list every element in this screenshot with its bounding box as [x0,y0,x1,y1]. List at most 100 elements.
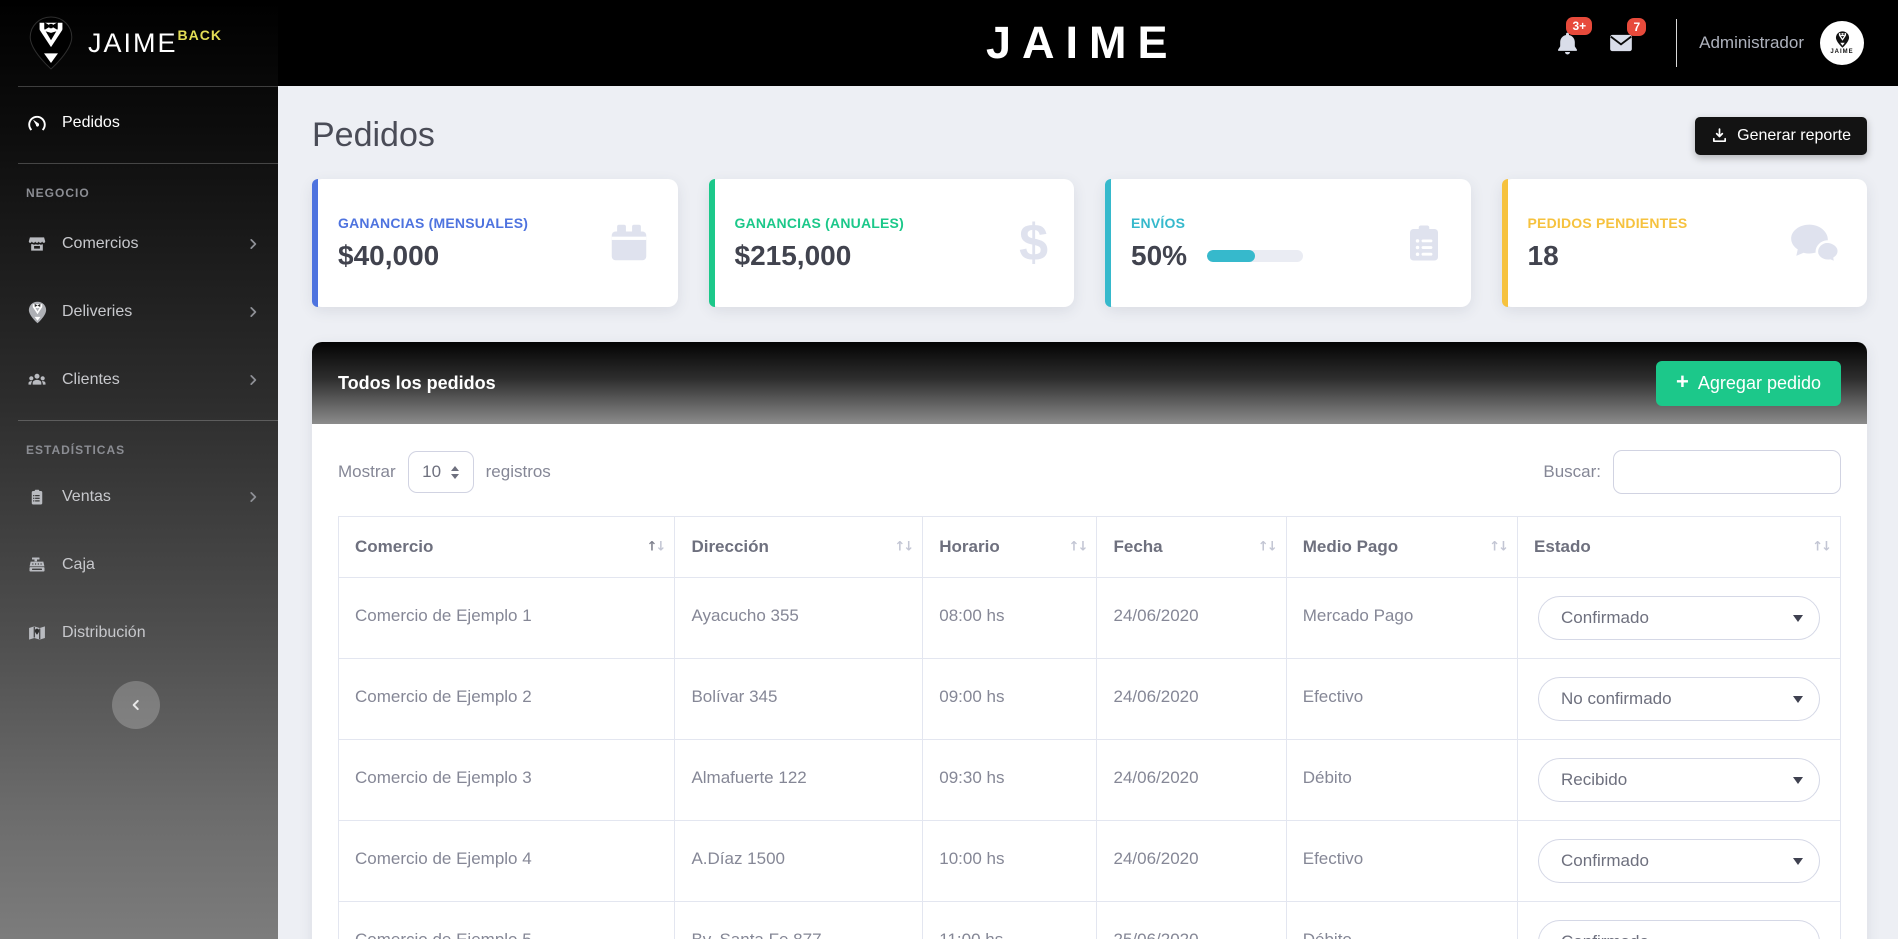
sidebar-item-label: Ventas [62,488,111,506]
column-header-comercio[interactable]: Comercio [339,517,675,578]
page-title: Pedidos [312,116,435,155]
sidebar-collapse-button[interactable] [112,681,160,729]
generate-report-button[interactable]: Generar reporte [1695,117,1867,155]
estado-select[interactable]: Confirmado [1538,596,1820,640]
cell-direccion: A.Díaz 1500 [675,821,923,902]
table-header-row: Comercio Dirección Horario Fecha Medio P… [339,517,1841,578]
estado-select[interactable]: No confirmado [1538,677,1820,721]
orders-table: Comercio Dirección Horario Fecha Medio P… [338,516,1841,939]
estado-value: Confirmado [1561,608,1649,628]
estado-value: No confirmado [1561,689,1672,709]
notifications-badge: 3+ [1566,17,1592,35]
chevron-right-icon [246,305,260,319]
user-avatar[interactable]: JAIME [1820,21,1864,65]
cell-horario: 11:00 hs [923,902,1097,939]
sort-icon [647,540,665,555]
column-header-estado[interactable]: Estado [1518,517,1841,578]
column-header-fecha[interactable]: Fecha [1097,517,1286,578]
cash-register-icon [26,555,48,575]
orders-card-title: Todos los pedidos [338,373,496,394]
records-label: registros [486,462,551,482]
topbar-right-cluster: 3+ 7 Administrador [1540,0,1864,86]
column-header-medio-pago[interactable]: Medio Pago [1286,517,1517,578]
sidebar-section-negocio: NEGOCIO [26,186,252,200]
sidebar-divider [18,86,278,87]
orders-card: Todos los pedidos Agregar pedido Mostrar… [312,342,1867,939]
add-order-button[interactable]: Agregar pedido [1656,361,1841,406]
users-icon [26,370,48,390]
cell-comercio: Comercio de Ejemplo 1 [339,578,675,659]
stat-label: GANANCIAS (ANUALES) [735,215,985,231]
brand-tuxedo-pin-icon [28,16,74,70]
stat-card-ganancias-mensuales: GANANCIAS (MENSUALES) $40,000 [312,179,678,307]
sidebar-section-estadisticas: ESTADÍSTICAS [26,443,252,457]
cell-comercio: Comercio de Ejemplo 5 [339,902,675,939]
chevron-right-icon [246,237,260,251]
estado-select[interactable]: Confirmado [1538,839,1820,883]
cell-estado: Confirmado [1518,821,1841,902]
gauge-icon [26,113,48,133]
cell-direccion: Bv. Santa Fe 877 [675,902,923,939]
topbar: JAIME 3+ 7 Administrador [278,0,1898,86]
page-length-value: 10 [422,462,441,482]
cell-estado: No confirmado [1518,659,1841,740]
stat-value: 50% [1131,240,1187,272]
caret-down-icon [1793,615,1803,622]
sidebar-item-label: Deliveries [62,303,132,321]
sort-icon [1258,540,1276,555]
sidebar: JAIMEBACK Pedidos NEGOCIO Comercios [0,0,278,939]
sidebar-item-deliveries[interactable]: Deliveries [0,288,278,336]
caret-down-icon [1793,777,1803,784]
sidebar-item-label: Comercios [62,235,138,253]
sidebar-divider [18,420,278,421]
stat-label: ENVÍOS [1131,215,1381,231]
estado-select[interactable]: Recibido [1538,758,1820,802]
table-row: Comercio de Ejemplo 1 Ayacucho 355 08:00… [339,578,1841,659]
cell-horario: 09:00 hs [923,659,1097,740]
cell-medio-pago: Débito [1286,902,1517,939]
add-order-label: Agregar pedido [1698,373,1821,394]
plus-icon [1676,373,1689,394]
stat-label: GANANCIAS (MENSUALES) [338,215,588,231]
sidebar-item-distribucion[interactable]: Distribución [0,609,278,657]
messages-button[interactable]: 7 [1594,30,1648,56]
sidebar-item-comercios[interactable]: Comercios [0,220,278,268]
sidebar-divider [18,163,278,164]
table-row: Comercio de Ejemplo 2 Bolívar 345 09:00 … [339,659,1841,740]
calendar-icon [606,220,652,266]
estado-value: Recibido [1561,770,1627,790]
cell-medio-pago: Mercado Pago [1286,578,1517,659]
stat-value: $40,000 [338,240,588,272]
notifications-button[interactable]: 3+ [1540,29,1594,58]
sidebar-item-ventas[interactable]: Ventas [0,473,278,521]
caret-down-icon [1793,858,1803,865]
user-name[interactable]: Administrador [1699,33,1804,53]
brand-suffix: BACK [178,27,222,43]
main-content: Pedidos Generar reporte GANANCIAS (MENSU… [278,86,1898,939]
estado-value: Confirmado [1561,851,1649,871]
table-controls: Mostrar 10 registros Buscar: [312,424,1867,514]
clipboard-icon [26,487,48,507]
show-label: Mostrar [338,462,396,482]
cell-horario: 08:00 hs [923,578,1097,659]
sidebar-item-clientes[interactable]: Clientes [0,356,278,404]
sidebar-item-pedidos[interactable]: Pedidos [0,99,278,147]
page-length-select[interactable]: 10 [408,451,474,493]
stat-cards: GANANCIAS (MENSUALES) $40,000 GANANCIAS … [312,179,1867,307]
brand[interactable]: JAIMEBACK [0,0,278,86]
sort-icon [1812,540,1830,555]
stat-card-envios: ENVÍOS 50% [1105,179,1471,307]
cell-horario: 10:00 hs [923,821,1097,902]
cell-estado: Recibido [1518,740,1841,821]
orders-card-header: Todos los pedidos Agregar pedido [312,342,1867,424]
column-header-direccion[interactable]: Dirección [675,517,923,578]
estado-select[interactable]: Confirmado [1538,920,1820,939]
cell-horario: 09:30 hs [923,740,1097,821]
stat-value: $215,000 [735,240,985,272]
column-header-horario[interactable]: Horario [923,517,1097,578]
chat-bubbles-icon [1789,221,1841,265]
report-button-label: Generar reporte [1737,127,1851,145]
search-input[interactable] [1613,450,1841,494]
sidebar-item-caja[interactable]: Caja [0,541,278,589]
map-icon [26,623,48,643]
